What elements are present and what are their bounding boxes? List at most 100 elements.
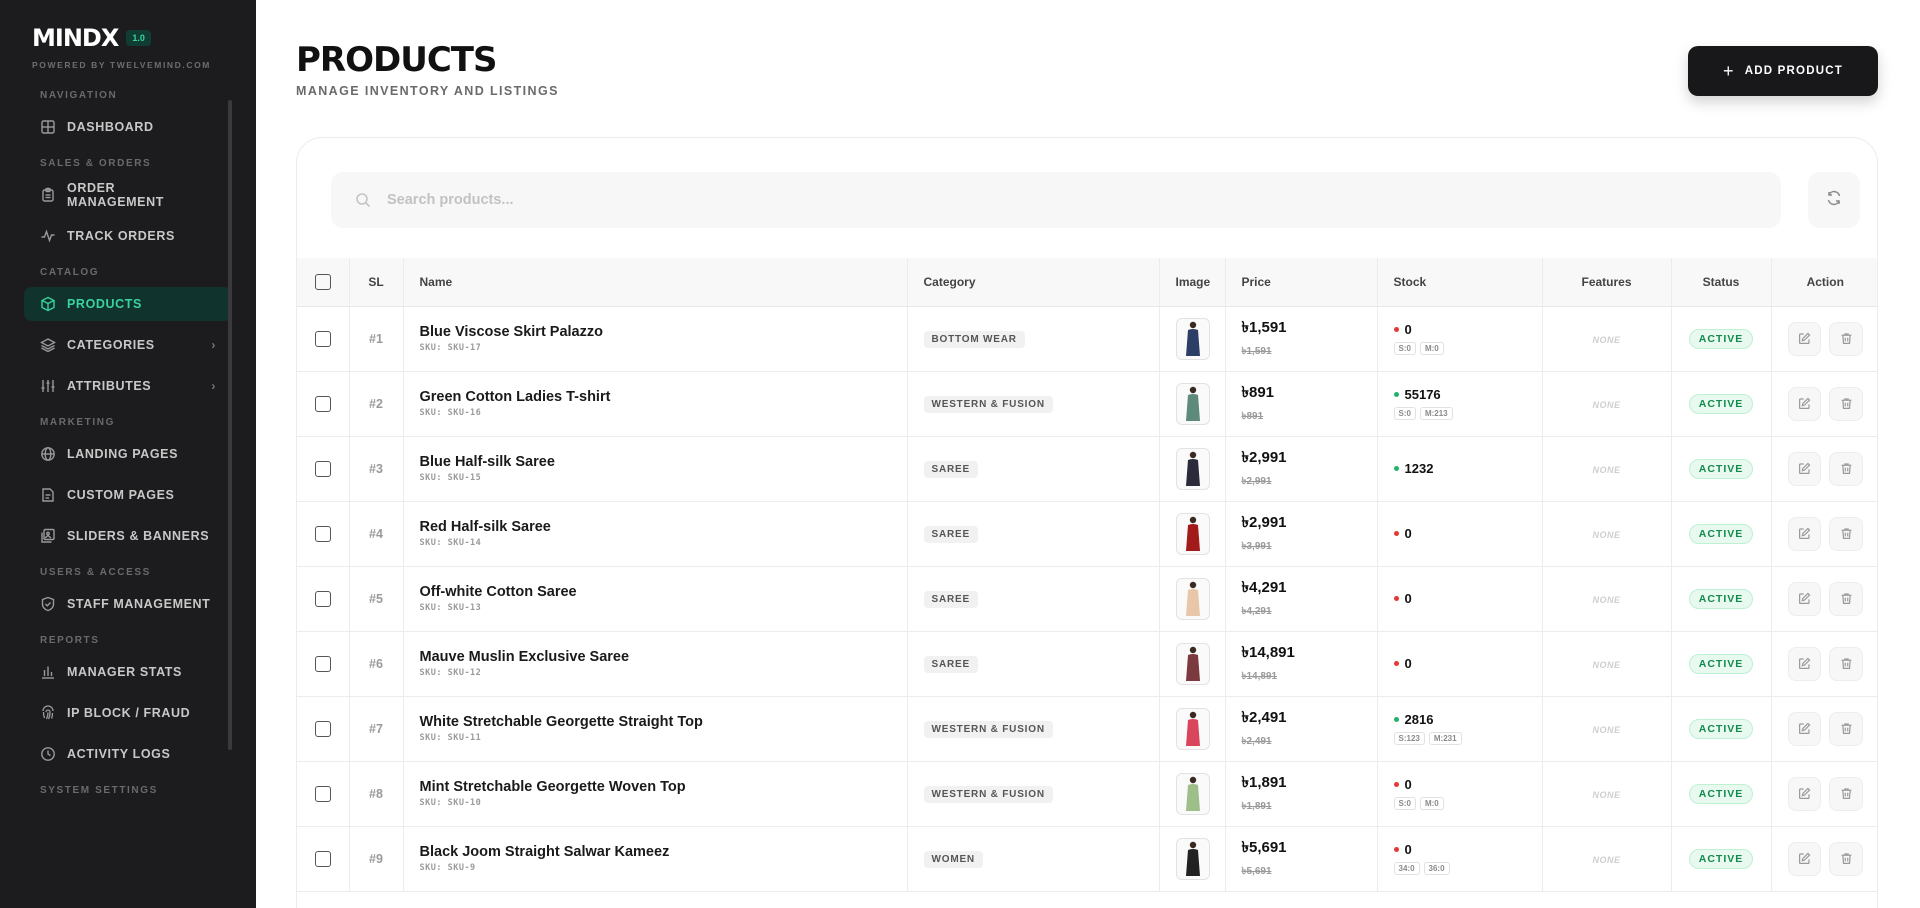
delete-button[interactable] (1829, 646, 1863, 681)
product-thumbnail[interactable] (1175, 317, 1210, 360)
product-thumbnail[interactable] (1175, 577, 1210, 620)
search-input[interactable] (387, 192, 1687, 208)
edit-button[interactable] (1787, 646, 1822, 681)
table-row[interactable]: #5 Off-white Cotton Saree SKU: SKU-13 SA… (297, 566, 1877, 632)
delete-button[interactable] (1829, 321, 1863, 356)
sidebar-item-custom-pages[interactable]: CUSTOM PAGES (24, 478, 232, 512)
row-checkbox[interactable] (314, 460, 331, 477)
table-row[interactable]: #1 Blue Viscose Skirt Palazzo SKU: SKU-1… (297, 306, 1877, 372)
product-name[interactable]: Red Half-silk Saree (420, 519, 891, 535)
status-badge[interactable]: ACTIVE (1688, 718, 1754, 739)
shield-icon (40, 596, 56, 612)
delete-button[interactable] (1829, 776, 1863, 811)
row-checkbox[interactable] (314, 655, 331, 672)
delete-button[interactable] (1829, 516, 1863, 551)
delete-button[interactable] (1829, 841, 1863, 876)
sidebar-item-track-orders[interactable]: TRACK ORDERS (24, 219, 232, 253)
edit-button[interactable] (1787, 386, 1822, 421)
sidebar-item-dashboard[interactable]: DASHBOARD (24, 110, 232, 144)
table-row[interactable]: #8 Mint Stretchable Georgette Woven Top … (297, 761, 1877, 827)
page-title: PRODUCTS (296, 40, 497, 80)
table-row[interactable]: #3 Blue Half-silk Saree SKU: SKU-15 SARE… (297, 436, 1877, 502)
table-row[interactable]: #4 Red Half-silk Saree SKU: SKU-14 SAREE… (297, 501, 1877, 567)
delete-button[interactable] (1829, 711, 1863, 746)
refresh-button[interactable] (1808, 172, 1860, 228)
product-name[interactable]: Green Cotton Ladies T-shirt (420, 389, 891, 405)
product-name[interactable]: Blue Half-silk Saree (420, 454, 891, 470)
product-name[interactable]: Mauve Muslin Exclusive Saree (420, 649, 891, 665)
sidebar-scrollbar[interactable] (228, 100, 232, 750)
col-status[interactable]: Status (1671, 258, 1772, 307)
sidebar-item-activity-logs[interactable]: ACTIVITY LOGS (24, 737, 232, 771)
table-row[interactable]: #9 Black Joom Straight Salwar Kameez SKU… (297, 826, 1877, 892)
status-badge[interactable]: ACTIVE (1688, 653, 1754, 674)
sidebar-item-sliders-banners[interactable]: SLIDERS & BANNERS (24, 519, 232, 553)
edit-button[interactable] (1787, 711, 1822, 746)
features-none: NONE (1592, 660, 1621, 670)
status-badge[interactable]: ACTIVE (1688, 588, 1754, 609)
stock-variants: S:0 M:213 (1393, 407, 1526, 420)
status-badge[interactable]: ACTIVE (1688, 783, 1754, 804)
product-name[interactable]: Mint Stretchable Georgette Woven Top (420, 779, 891, 795)
edit-button[interactable] (1787, 516, 1822, 551)
row-select-cell (297, 371, 350, 437)
status-badge[interactable]: ACTIVE (1688, 328, 1754, 349)
sidebar-item-products[interactable]: PRODUCTS (24, 287, 232, 321)
product-thumbnail[interactable] (1175, 642, 1210, 685)
row-checkbox[interactable] (314, 525, 331, 542)
sidebar-item-attributes[interactable]: ATTRIBUTES › (24, 369, 232, 403)
product-name[interactable]: Blue Viscose Skirt Palazzo (420, 324, 891, 340)
product-thumbnail[interactable] (1175, 447, 1210, 490)
row-status-cell: ACTIVE (1671, 826, 1772, 892)
sidebar-item-order-management[interactable]: ORDER MANAGEMENT (24, 178, 232, 212)
status-badge[interactable]: ACTIVE (1688, 393, 1754, 414)
stock-count: 0 (1404, 322, 1412, 337)
table-row[interactable]: #6 Mauve Muslin Exclusive Saree SKU: SKU… (297, 631, 1877, 697)
row-checkbox[interactable] (314, 590, 331, 607)
table-row[interactable]: #7 White Stretchable Georgette Straight … (297, 696, 1877, 762)
col-sl[interactable]: SL (349, 258, 404, 307)
col-price[interactable]: Price (1225, 258, 1378, 307)
product-thumbnail[interactable] (1175, 512, 1210, 555)
sidebar-item-ip-block-fraud[interactable]: IP BLOCK / FRAUD (24, 696, 232, 730)
stock-indicator-dot (1393, 596, 1399, 601)
delete-button[interactable] (1829, 451, 1863, 486)
status-badge[interactable]: ACTIVE (1688, 848, 1754, 869)
col-name[interactable]: Name (403, 258, 908, 307)
product-thumbnail[interactable] (1175, 382, 1210, 425)
product-name[interactable]: White Stretchable Georgette Straight Top (420, 714, 891, 730)
edit-button[interactable] (1787, 841, 1822, 876)
delete-button[interactable] (1829, 386, 1863, 421)
sidebar-item-categories[interactable]: CATEGORIES › (24, 328, 232, 362)
add-product-button[interactable]: + ADD PRODUCT (1688, 46, 1878, 96)
product-thumbnail[interactable] (1175, 707, 1210, 750)
row-checkbox[interactable] (314, 850, 331, 867)
product-thumbnail[interactable] (1175, 837, 1210, 880)
refresh-icon (1826, 190, 1842, 211)
col-image: Image (1159, 258, 1226, 307)
col-stock[interactable]: Stock (1377, 258, 1543, 307)
edit-button[interactable] (1787, 451, 1822, 486)
edit-button[interactable] (1787, 776, 1822, 811)
edit-button[interactable] (1787, 321, 1822, 356)
table-row[interactable]: #2 Green Cotton Ladies T-shirt SKU: SKU-… (297, 371, 1877, 437)
status-badge[interactable]: ACTIVE (1688, 523, 1754, 544)
row-category-cell: WOMEN (907, 826, 1160, 892)
select-all-checkbox[interactable] (314, 273, 331, 290)
nav-section-label: CATALOG (40, 267, 100, 278)
col-category[interactable]: Category (907, 258, 1160, 307)
delete-button[interactable] (1829, 581, 1863, 616)
row-checkbox[interactable] (314, 720, 331, 737)
sidebar-item-manager-stats[interactable]: MANAGER STATS (24, 655, 232, 689)
row-checkbox[interactable] (314, 785, 331, 802)
sidebar-item-landing-pages[interactable]: LANDING PAGES (24, 437, 232, 471)
product-thumbnail[interactable] (1175, 772, 1210, 815)
product-name[interactable]: Off-white Cotton Saree (420, 584, 891, 600)
row-checkbox[interactable] (314, 330, 331, 347)
status-badge[interactable]: ACTIVE (1688, 458, 1754, 479)
row-checkbox[interactable] (314, 395, 331, 412)
product-sku: SKU: SKU-11 (419, 733, 482, 743)
product-name[interactable]: Black Joom Straight Salwar Kameez (420, 844, 891, 860)
sidebar-item-staff-management[interactable]: STAFF MANAGEMENT (24, 587, 232, 621)
edit-button[interactable] (1787, 581, 1822, 616)
